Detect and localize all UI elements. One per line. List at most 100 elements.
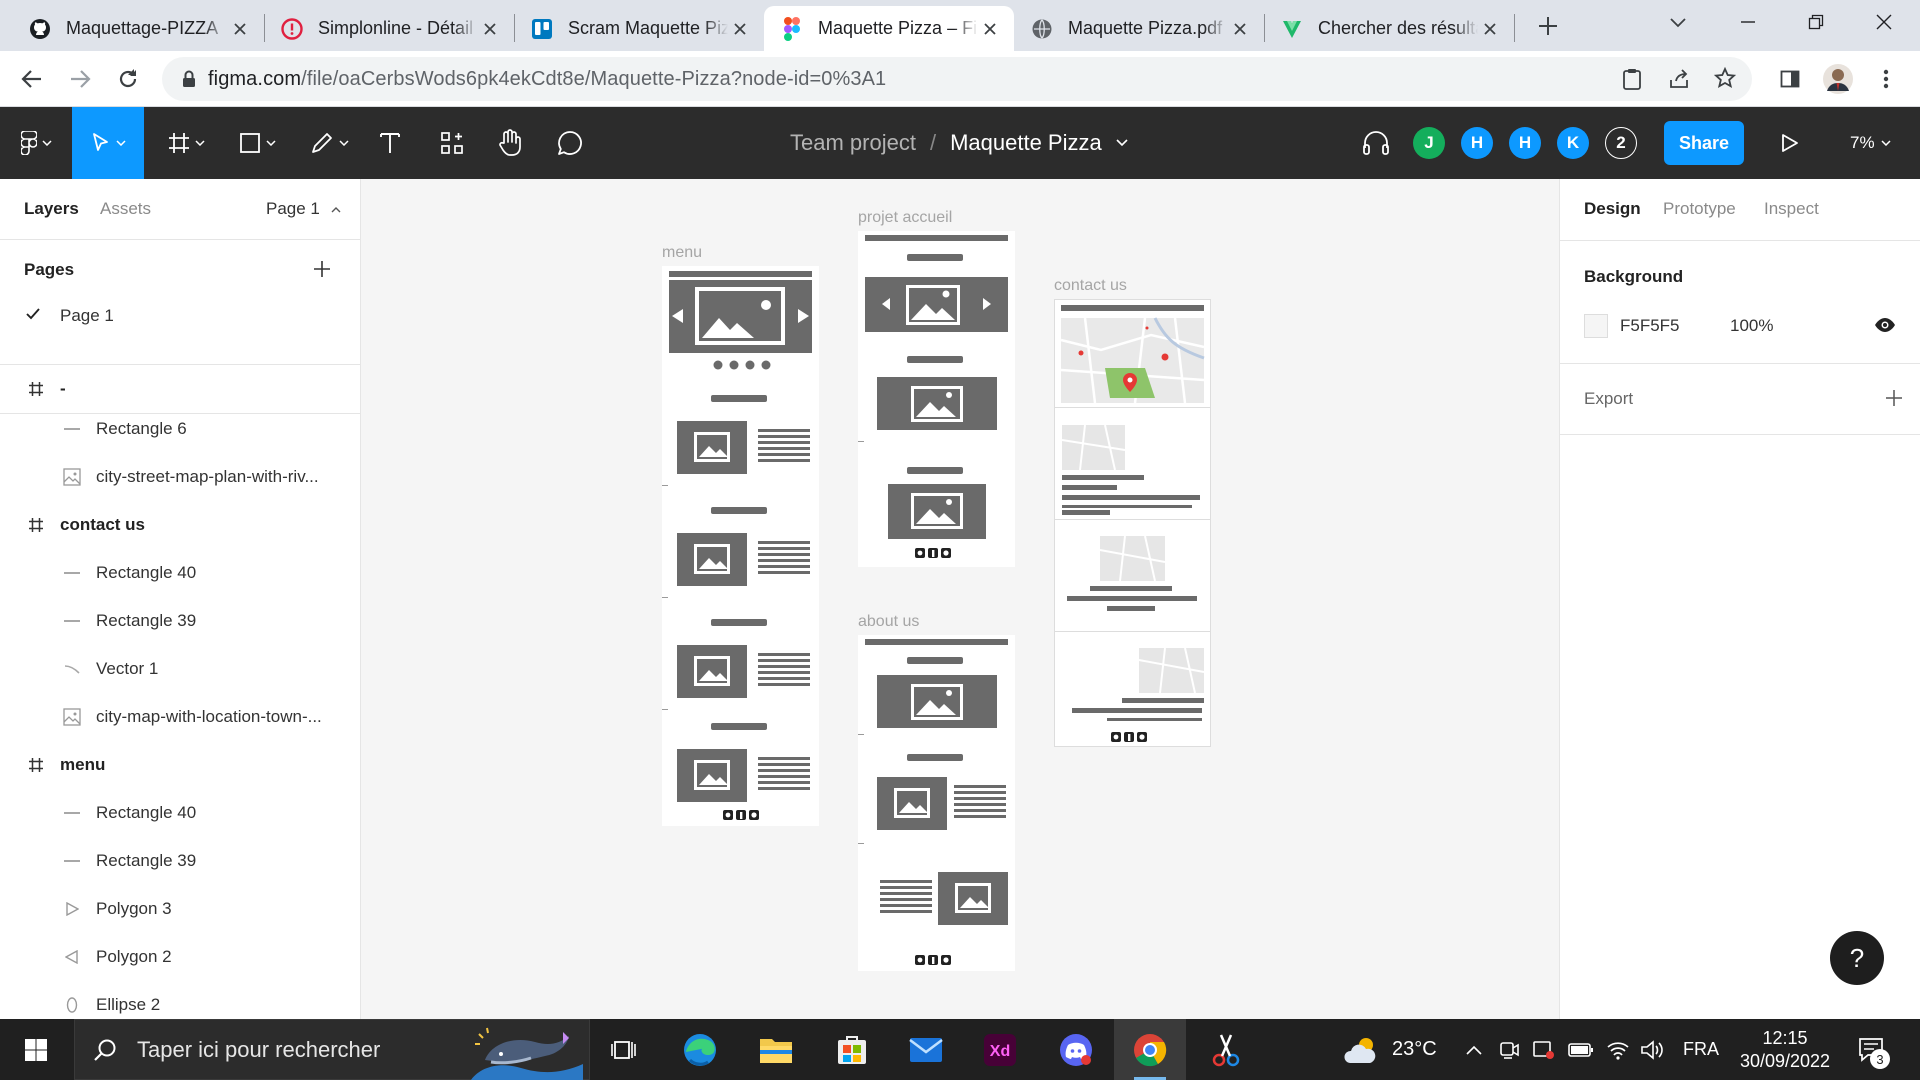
side-panel-icon[interactable] — [1772, 61, 1808, 97]
layer-item[interactable]: Rectangle 39 — [0, 837, 360, 885]
forward-arrow-icon[interactable] — [62, 61, 98, 97]
layer-frame[interactable]: menu — [0, 741, 360, 789]
mail-icon[interactable] — [890, 1019, 962, 1080]
file-name[interactable]: Maquette Pizza — [950, 130, 1102, 156]
lock-icon[interactable] — [182, 70, 196, 88]
edge-browser-icon[interactable] — [664, 1019, 736, 1080]
help-button[interactable]: ? — [1830, 931, 1884, 985]
background-opacity[interactable]: 100% — [1730, 316, 1773, 336]
screen-record-icon[interactable] — [1532, 1019, 1556, 1080]
background-color-hex[interactable]: F5F5F5 — [1620, 316, 1680, 336]
new-tab-button[interactable] — [1530, 8, 1566, 44]
reload-icon[interactable] — [110, 61, 146, 97]
browser-tab-search[interactable]: Chercher des résultats — [1264, 6, 1514, 51]
layer-item[interactable]: city-street-map-plan-with-riv... — [0, 453, 360, 501]
frame-label-menu[interactable]: menu — [662, 244, 702, 262]
taskbar-search-box[interactable]: Taper ici pour rechercher — [74, 1019, 590, 1080]
browser-menu-icon[interactable] — [1868, 61, 1904, 97]
layer-item[interactable]: Rectangle 40 — [0, 549, 360, 597]
main-menu-button[interactable] — [0, 107, 72, 179]
notifications-button[interactable]: 3 — [1858, 1019, 1890, 1080]
browser-tab-figma[interactable]: Maquette Pizza – Figma — [764, 6, 1014, 51]
layer-item[interactable]: Rectangle 40 — [0, 789, 360, 837]
layer-item[interactable]: Ellipse 2 — [0, 981, 360, 1019]
add-page-plus-icon[interactable] — [312, 259, 332, 279]
windows-start-button[interactable] — [0, 1019, 72, 1080]
layer-item[interactable]: Polygon 3 — [0, 885, 360, 933]
close-icon[interactable] — [478, 17, 502, 41]
design-canvas[interactable]: menu projet accueil contact us about us — [361, 179, 1559, 1019]
layer-item[interactable]: Rectangle 39 — [0, 597, 360, 645]
weather-widget[interactable]: 23°C — [1344, 1019, 1437, 1080]
tab-design[interactable]: Design — [1584, 199, 1641, 219]
tab-assets[interactable]: Assets — [100, 199, 151, 219]
frame-contact-us[interactable] — [1054, 299, 1211, 747]
webcam-icon[interactable] — [1498, 1019, 1520, 1080]
clock[interactable]: 12:15 30/09/2022 — [1740, 1019, 1830, 1080]
battery-icon[interactable] — [1568, 1019, 1594, 1080]
page-selector[interactable]: Page 1 — [266, 199, 341, 219]
eye-visibility-icon[interactable] — [1874, 317, 1896, 333]
task-view-icon[interactable] — [588, 1019, 660, 1080]
zoom-menu[interactable]: 7% — [1850, 107, 1891, 179]
browser-tab-simplon[interactable]: Simplonline - Détail — [264, 6, 514, 51]
browser-tab-pdf[interactable]: Maquette Pizza.pdf — [1014, 6, 1264, 51]
frame-menu[interactable] — [662, 266, 819, 826]
layer-item[interactable]: Polygon 2 — [0, 933, 360, 981]
url-omnibox[interactable]: figma.com/file/oaCerbsWods6pk4ekCdt8e/Ma… — [162, 57, 1752, 101]
frame-label-accueil[interactable]: projet accueil — [858, 209, 952, 227]
close-icon[interactable] — [978, 17, 1002, 41]
team-name[interactable]: Team project — [790, 130, 916, 156]
audio-headphones-button[interactable] — [1356, 107, 1396, 179]
frame-tool-button[interactable] — [158, 107, 214, 179]
avatar[interactable]: H — [1509, 127, 1541, 159]
browser-tab-trello[interactable]: Scram Maquette Pizza — [514, 6, 764, 51]
language-indicator[interactable]: FRA — [1683, 1019, 1719, 1080]
close-icon[interactable] — [228, 17, 252, 41]
tab-prototype[interactable]: Prototype — [1663, 199, 1736, 219]
avatar[interactable]: J — [1413, 127, 1445, 159]
background-color-swatch[interactable] — [1584, 314, 1608, 338]
wifi-icon[interactable] — [1606, 1019, 1630, 1080]
layer-item[interactable]: Rectangle 6 — [0, 405, 360, 453]
back-arrow-icon[interactable] — [14, 61, 50, 97]
microsoft-store-icon[interactable] — [816, 1019, 888, 1080]
add-export-plus-icon[interactable] — [1884, 388, 1904, 408]
volume-icon[interactable] — [1640, 1019, 1664, 1080]
move-tool-button[interactable] — [72, 107, 144, 179]
tab-search-chevron-icon[interactable] — [1660, 4, 1696, 40]
close-window-button[interactable] — [1866, 4, 1902, 40]
share-button[interactable]: Share — [1664, 121, 1744, 165]
frame-projet-accueil[interactable] — [858, 231, 1015, 567]
frame-label-contact[interactable]: contact us — [1054, 277, 1127, 295]
layer-frame[interactable]: contact us — [0, 501, 360, 549]
discord-icon[interactable] — [1040, 1019, 1112, 1080]
hand-tool-button[interactable] — [490, 107, 530, 179]
layer-item[interactable]: Vector 1 — [0, 645, 360, 693]
clipboard-icon[interactable] — [1622, 68, 1642, 90]
minimize-button[interactable] — [1730, 4, 1766, 40]
file-explorer-icon[interactable] — [740, 1019, 812, 1080]
snipping-tool-icon[interactable] — [1190, 1019, 1262, 1080]
close-icon[interactable] — [728, 17, 752, 41]
adobe-xd-icon[interactable]: Xd — [964, 1019, 1036, 1080]
resources-button[interactable] — [434, 107, 470, 179]
more-users-badge[interactable]: 2 — [1605, 127, 1637, 159]
tab-layers[interactable]: Layers — [24, 199, 79, 219]
browser-tab-github[interactable]: Maquettage-PIZZA — [12, 6, 264, 51]
tab-inspect[interactable]: Inspect — [1764, 199, 1819, 219]
pen-tool-button[interactable] — [300, 107, 358, 179]
shape-tool-button[interactable] — [228, 107, 286, 179]
restore-button[interactable] — [1798, 4, 1834, 40]
frame-label-about[interactable]: about us — [858, 613, 919, 631]
chrome-icon[interactable] — [1114, 1019, 1186, 1080]
layer-item[interactable]: city-map-with-location-town-... — [0, 693, 360, 741]
close-icon[interactable] — [1228, 17, 1252, 41]
avatar[interactable]: K — [1557, 127, 1589, 159]
avatar[interactable]: H — [1461, 127, 1493, 159]
bookmark-star-icon[interactable] — [1714, 67, 1736, 89]
present-button[interactable] — [1772, 107, 1808, 179]
comment-tool-button[interactable] — [550, 107, 590, 179]
close-icon[interactable] — [1478, 17, 1502, 41]
page-item[interactable]: Page 1 — [0, 292, 360, 340]
